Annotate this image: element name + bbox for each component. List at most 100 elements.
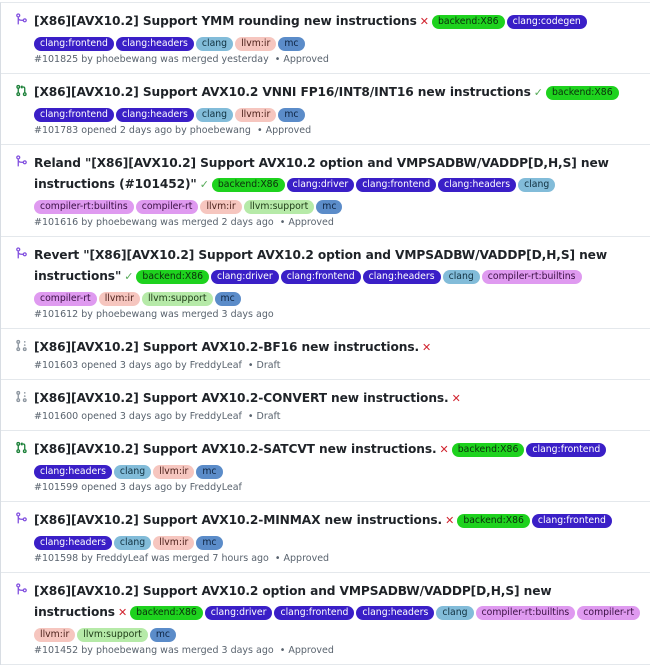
label-badge[interactable]: clang:codegen [506,15,587,29]
label-badge[interactable]: clang [195,108,234,122]
label-badge[interactable]: compiler-rt:builtins [481,270,582,284]
label-badge[interactable]: mc [316,200,343,214]
label-badge[interactable]: clang [518,178,556,192]
check-passed-icon[interactable]: ✓ [200,178,209,191]
pr-meta-text: by phoebewang was merged 2 days ago [81,217,274,228]
git-merge-icon [15,13,29,27]
git-merge-icon [15,247,29,261]
label-badge[interactable]: clang [113,465,152,479]
label-badge[interactable]: clang [113,536,152,550]
check-failed-icon[interactable]: ✕ [445,514,454,527]
separator-dot: • [247,411,254,422]
label-badge[interactable]: clang:frontend [274,606,355,620]
label-badge[interactable]: clang:headers [438,178,517,192]
review-status[interactable]: Approved [283,54,329,65]
pr-meta: #101600 opened 3 days ago by FreddyLeaf … [34,410,644,424]
separator-dot: • [257,125,263,136]
pr-title-link[interactable]: [X86][AVX10.2] Support AVX10.2-CONVERT n… [34,391,449,405]
label-badge[interactable]: llvm:ir [200,200,242,214]
label-badge[interactable]: compiler-rt [135,200,199,214]
label-badge[interactable]: mc [278,108,305,122]
review-status[interactable]: Approved [288,645,334,656]
label-badge[interactable]: clang:driver [286,178,355,192]
label-badge[interactable]: clang [436,606,474,620]
label-badge[interactable]: llvm:support [141,292,213,306]
pr-meta: #101599 opened 3 days ago by FreddyLeaf [34,481,644,495]
label-badge[interactable]: backend:X86 [130,606,203,620]
label-badge[interactable]: clang [442,270,480,284]
label-badge[interactable]: backend:X86 [457,514,530,528]
label-badge[interactable]: backend:X86 [431,15,505,29]
separator-dot: • [279,217,286,228]
pull-request-row: [X86][AVX10.2] Support YMM rounding new … [1,3,650,74]
pr-meta: #101603 opened 3 days ago by FreddyLeaf … [34,359,644,373]
label-badge[interactable]: llvm:support [77,628,148,642]
label-badge[interactable]: mc [214,292,241,306]
pull-request-row: [X86][AVX10.2] Support AVX10.2 option an… [1,573,650,665]
label-badge[interactable]: mc [196,465,223,479]
pr-title-line: [X86][AVX10.2] Support YMM rounding new … [34,10,644,52]
label-badge[interactable]: compiler-rt [34,292,97,306]
label-badge[interactable]: clang:frontend [531,514,612,528]
check-failed-icon[interactable]: ✕ [420,15,429,28]
pr-number: #101599 [34,482,79,493]
label-badge[interactable]: clang:frontend [34,108,114,122]
label-badge[interactable]: compiler-rt:builtins [475,606,576,620]
label-badge[interactable]: clang:driver [204,606,273,620]
review-status[interactable]: Approved [288,217,334,228]
pr-number: #101616 [34,217,79,228]
label-badge[interactable]: clang [195,37,234,51]
pr-meta: #101783 opened 2 days ago by phoebewang … [34,124,644,138]
label-badge[interactable]: llvm:ir [235,37,277,51]
pr-number: #101600 [34,411,79,422]
label-badge[interactable]: backend:X86 [136,270,210,284]
label-badge[interactable]: llvm:ir [34,628,76,642]
label-badge[interactable]: llvm:ir [153,465,195,479]
label-badge[interactable]: mc [278,37,305,51]
label-badge[interactable]: compiler-rt [577,606,640,620]
check-failed-icon[interactable]: ✕ [118,606,127,619]
label-badge[interactable]: llvm:support [243,200,315,214]
pr-title-link[interactable]: [X86][AVX10.2] Support AVX10.2-BF16 new … [34,340,419,354]
label-badge[interactable]: clang:driver [211,270,279,284]
check-failed-icon[interactable]: ✕ [422,341,431,354]
review-status[interactable]: Approved [266,125,312,136]
pr-title-link[interactable]: [X86][AVX10.2] Support AVX10.2 VNNI FP16… [34,85,531,99]
label-badge[interactable]: clang:frontend [280,270,361,284]
pr-meta-text: by phoebewang was merged 3 days ago [81,645,274,656]
label-badge[interactable]: llvm:ir [98,292,140,306]
check-passed-icon[interactable]: ✓ [124,270,133,283]
review-status[interactable]: Approved [284,553,330,564]
pr-meta-text: by phoebewang was merged 3 days ago [81,309,274,320]
check-passed-icon[interactable]: ✓ [534,86,543,99]
label-badge[interactable]: clang:frontend [526,443,607,457]
pr-meta-text: by FreddyLeaf was merged 7 hours ago [81,553,269,564]
check-failed-icon[interactable]: ✕ [452,392,461,405]
label-badge[interactable]: clang:headers [115,37,194,51]
label-badge[interactable]: llvm:ir [235,108,277,122]
pr-title-link[interactable]: [X86][AVX10.2] Support AVX10.2-SATCVT ne… [34,442,437,456]
pull-request-row: Revert "[X86][AVX10.2] Support AVX10.2 o… [1,237,650,329]
label-badge[interactable]: clang:headers [356,606,435,620]
review-status[interactable]: Draft [257,360,281,371]
label-badge[interactable]: clang:headers [34,465,112,479]
git-pull-request-icon [15,84,29,98]
label-badge[interactable]: clang:frontend [356,178,437,192]
label-badge[interactable]: backend:X86 [546,86,619,100]
label-badge[interactable]: backend:X86 [451,443,525,457]
pr-title-line: [X86][AVX10.2] Support AVX10.2-SATCVT ne… [34,438,644,480]
label-badge[interactable]: clang:headers [115,108,194,122]
label-badge[interactable]: mc [149,628,176,642]
label-badge[interactable]: compiler-rt:builtins [34,200,134,214]
label-badge[interactable]: llvm:ir [153,536,195,550]
pr-title-link[interactable]: [X86][AVX10.2] Support AVX10.2-MINMAX ne… [34,513,442,527]
pr-title-link[interactable]: [X86][AVX10.2] Support YMM rounding new … [34,14,417,28]
review-status[interactable]: Draft [257,411,281,422]
label-badge[interactable]: mc [196,536,223,550]
label-badge[interactable]: clang:headers [362,270,441,284]
label-badge[interactable]: clang:headers [34,536,112,550]
label-badge[interactable]: clang:frontend [34,37,114,51]
pr-title-line: [X86][AVX10.2] Support AVX10.2 VNNI FP16… [34,81,644,123]
label-badge[interactable]: backend:X86 [211,178,285,192]
check-failed-icon[interactable]: ✕ [440,443,449,456]
